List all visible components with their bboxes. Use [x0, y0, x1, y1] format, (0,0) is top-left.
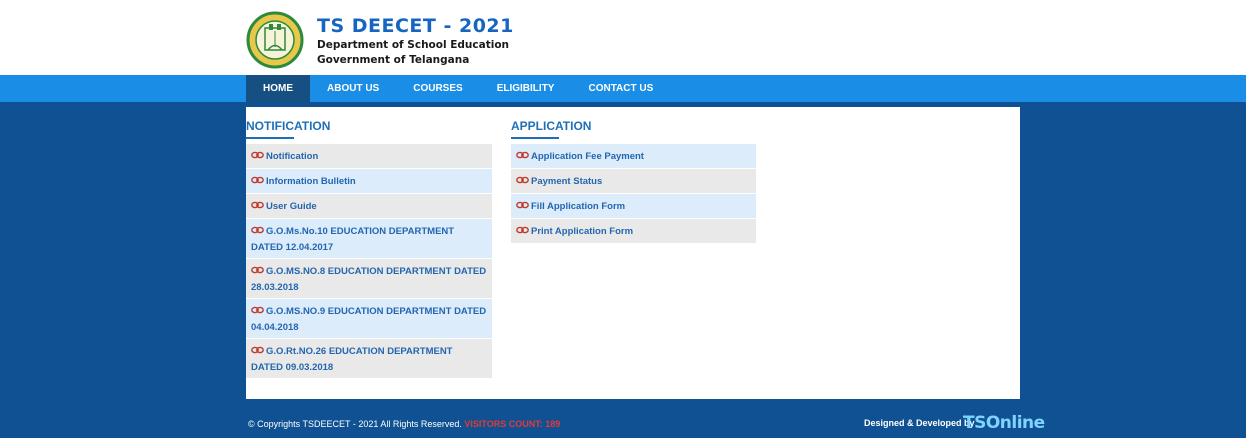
payment-status-label: Payment Status: [531, 176, 603, 187]
link-icon: [251, 201, 264, 209]
nav-contact-us[interactable]: CONTACT US: [571, 75, 670, 102]
nav-eligibility[interactable]: ELIGIBILITY: [480, 75, 572, 102]
go-ms-no8-link[interactable]: G.O.MS.NO.8 EDUCATION DEPARTMENT DATED 2…: [246, 259, 492, 298]
tsonline-logo[interactable]: TSOnline: [963, 413, 1045, 433]
department-name: Department of School Education: [317, 39, 510, 51]
content-panel: NOTIFICATION Notification Information Bu…: [246, 107, 1020, 399]
link-icon: [251, 266, 264, 274]
notification-list: Notification Information Bulletin User G…: [246, 144, 492, 379]
fill-application-form-link[interactable]: Fill Application Form: [511, 194, 756, 218]
copyright-label: © Copyrights TSDEECET - 2021 All Rights …: [248, 419, 462, 429]
information-bulletin-label: Information Bulletin: [266, 176, 356, 187]
information-bulletin-link[interactable]: Information Bulletin: [246, 169, 492, 193]
application-fee-payment-link[interactable]: Application Fee Payment: [511, 144, 756, 168]
print-application-form-label: Print Application Form: [531, 226, 634, 237]
nav-courses[interactable]: COURSES: [396, 75, 479, 102]
go-ms-no10-link[interactable]: G.O.Ms.No.10 EDUCATION DEPARTMENT DATED …: [246, 219, 492, 258]
go-ms-no10-label: G.O.Ms.No.10 EDUCATION DEPARTMENT DATED …: [251, 226, 455, 253]
application-heading: APPLICATION: [511, 119, 592, 139]
main-nav: HOME ABOUT US COURSES ELIGIBILITY CONTAC…: [0, 75, 1246, 102]
notification-link[interactable]: Notification: [246, 144, 492, 168]
go-rt-no26-link[interactable]: G.O.Rt.NO.26 EDUCATION DEPARTMENT DATED …: [246, 339, 492, 378]
payment-status-link[interactable]: Payment Status: [511, 169, 756, 193]
link-icon: [251, 346, 264, 354]
link-icon: [251, 151, 264, 159]
nav-about-us[interactable]: ABOUT US: [310, 75, 396, 102]
go-ms-no9-link[interactable]: G.O.MS.NO.9 EDUCATION DEPARTMENT DATED 0…: [246, 299, 492, 338]
link-icon: [516, 201, 529, 209]
nav-menu: HOME ABOUT US COURSES ELIGIBILITY CONTAC…: [246, 75, 670, 102]
government-name: Government of Telangana: [317, 54, 470, 66]
site-header: TS DEECET - 2021 Department of School Ed…: [0, 0, 1246, 75]
site-footer: © Copyrights TSDEECET - 2021 All Rights …: [0, 410, 1246, 438]
fill-application-form-label: Fill Application Form: [531, 201, 626, 212]
link-icon: [251, 306, 264, 314]
link-icon: [251, 226, 264, 234]
user-guide-link[interactable]: User Guide: [246, 194, 492, 218]
go-rt-no26-label: G.O.Rt.NO.26 EDUCATION DEPARTMENT DATED …: [251, 346, 453, 373]
nav-home[interactable]: HOME: [246, 75, 310, 102]
link-icon: [516, 151, 529, 159]
user-guide-label: User Guide: [266, 201, 317, 212]
application-list: Application Fee Payment Payment Status F…: [511, 144, 756, 244]
go-ms-no9-label: G.O.MS.NO.9 EDUCATION DEPARTMENT DATED 0…: [251, 306, 487, 333]
copyright-text: © Copyrights TSDEECET - 2021 All Rights …: [248, 419, 560, 429]
site-title: TS DEECET - 2021: [317, 15, 514, 37]
link-icon: [251, 176, 264, 184]
footer-inner: © Copyrights TSDEECET - 2021 All Rights …: [0, 410, 1246, 438]
designed-by-text: Designed & Developed by: [864, 418, 975, 428]
link-icon: [516, 176, 529, 184]
telangana-emblem-icon: [246, 11, 304, 69]
print-application-form-link[interactable]: Print Application Form: [511, 219, 756, 243]
visitors-count: VISITORS COUNT: 189: [464, 419, 561, 429]
application-fee-payment-label: Application Fee Payment: [531, 151, 644, 162]
notification-heading: NOTIFICATION: [246, 119, 331, 139]
link-icon: [516, 226, 529, 234]
notification-link-label: Notification: [266, 151, 319, 162]
go-ms-no8-label: G.O.MS.NO.8 EDUCATION DEPARTMENT DATED 2…: [251, 266, 487, 293]
